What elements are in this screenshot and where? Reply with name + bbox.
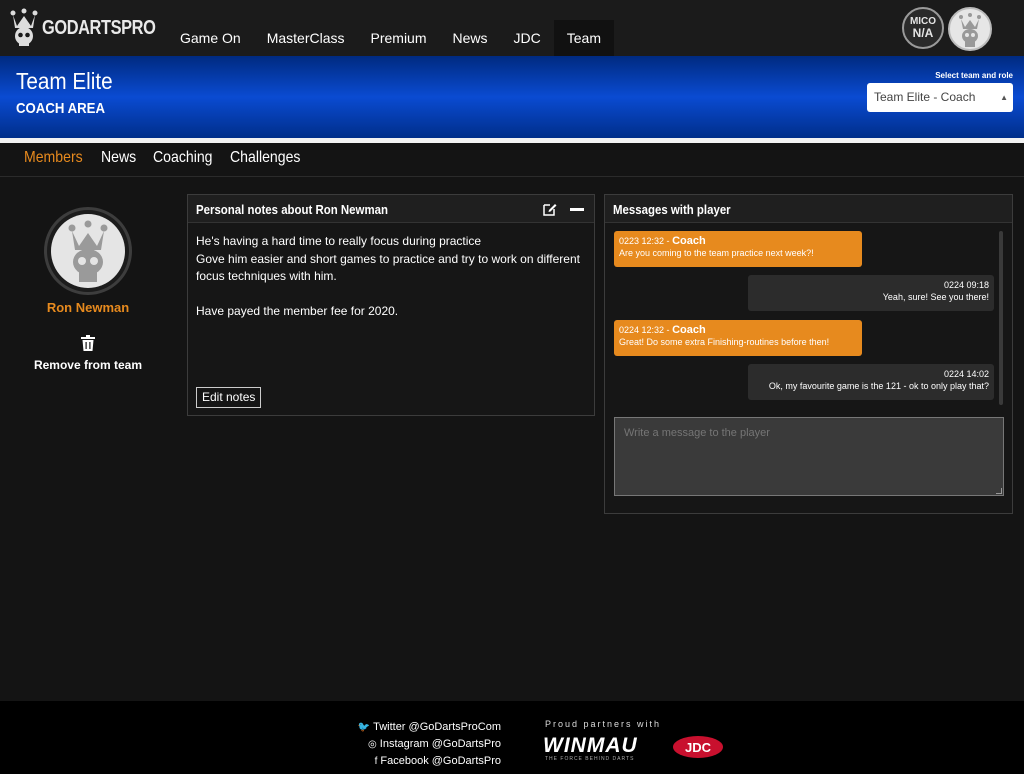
main-nav: Game On MasterClass Premium News JDC Tea… [167,20,614,56]
tab-news[interactable]: News [101,149,136,167]
select-arrows-icon: ▲ [1000,93,1008,102]
twitter-label: Twitter @GoDartsProCom [373,721,501,733]
message-text: Are you coming to the team practice next… [619,248,814,258]
collapse-icon[interactable] [570,208,584,211]
team-role-select[interactable]: Team Elite - Coach ▲ [867,83,1013,112]
message-time: 0224 12:32 - [619,325,670,335]
message-author: Coach [672,324,706,336]
message-time: 0223 12:32 - [619,236,670,246]
messages-panel-header: Messages with player [605,195,1012,223]
area-title: COACH AREA [16,100,105,117]
edit-icon[interactable] [543,202,557,216]
facebook-label: Facebook @GoDartsPro [380,755,501,767]
twitter-link[interactable]: 🐦 Twitter @GoDartsProCom [358,721,501,733]
winmau-tagline: THE FORCE BEHIND DARTS [545,756,635,762]
level-badge[interactable]: MICO N/A [902,7,944,49]
tab-members[interactable]: Members [24,149,83,167]
player-name[interactable]: Ron Newman [0,300,176,315]
notes-panel: Personal notes about Ron Newman He's hav… [187,194,595,416]
message-text: Yeah, sure! See you there! [882,292,989,302]
trash-icon[interactable] [81,335,95,351]
message-bubble: 0223 12:32 - Coach Are you coming to the… [614,231,862,267]
messages-panel-title: Messages with player [613,202,731,217]
notes-panel-title: Personal notes about Ron Newman [196,202,388,217]
skull-avatar-icon [959,13,981,47]
level-badge-value: N/A [912,26,934,40]
player-avatar [44,207,132,295]
facebook-icon: f [374,756,378,767]
tab-coaching[interactable]: Coaching [153,149,212,167]
nav-item-news[interactable]: News [440,20,501,56]
user-avatar[interactable] [948,7,992,51]
tab-challenges[interactable]: Challenges [230,149,300,167]
message-author: Coach [672,235,706,247]
message-text: Ok, my favourite game is the 121 - ok to… [768,381,989,391]
winmau-logo[interactable]: WINMAU [543,734,638,758]
message-time: 0224 09:18 [943,280,989,290]
nav-item-masterclass[interactable]: MasterClass [254,20,358,56]
message-bubble: 0224 12:32 - Coach Great! Do some extra … [614,320,862,356]
facebook-link[interactable]: f Facebook @GoDartsPro [375,755,501,767]
notes-text: He's having a hard time to really focus … [196,234,580,318]
logo-text: GODARTSPRO [42,16,156,39]
jdc-logo-text: JDC [685,740,712,755]
nav-item-jdc[interactable]: JDC [501,20,554,56]
nav-item-team[interactable]: Team [553,20,614,56]
messages-scrollbar[interactable] [999,231,1003,405]
team-header: Team Elite COACH AREA Select team and ro… [0,56,1024,143]
instagram-icon: ◎ [368,739,377,750]
select-team-label: Select team and role [935,71,1013,80]
partners-label: Proud partners with [545,719,662,729]
message-text: Great! Do some extra Finishing-routines … [619,337,830,347]
messages-panel: Messages with player 0223 12:32 - Coach … [604,194,1013,514]
notes-panel-header: Personal notes about Ron Newman [188,195,594,223]
top-navbar: GODARTSPRO Game On MasterClass Premium N… [0,0,1024,56]
message-bubble: 0224 09:18 Yeah, sure! See you there! [748,275,994,311]
message-input[interactable] [614,417,1004,496]
message-bubble: 0224 14:02 Ok, my favourite game is the … [748,364,994,400]
skull-crown-icon [10,8,38,46]
nav-item-premium[interactable]: Premium [358,20,440,56]
team-subnav: Members News Coaching Challenges [0,143,1024,177]
twitter-icon: 🐦 [357,722,371,733]
instagram-label: Instagram @GoDartsPro [379,738,501,750]
team-role-select-value: Team Elite - Coach [874,90,976,104]
jdc-logo[interactable]: JDC [672,735,724,759]
footer: 🐦 Twitter @GoDartsProCom ◎ Instagram @GoDa… [0,701,1024,774]
skull-avatar-icon [68,220,108,282]
nav-item-game-on[interactable]: Game On [167,20,254,56]
message-time: 0224 14:02 [943,369,989,379]
resize-handle-icon[interactable] [996,488,1002,494]
godartspro-logo[interactable]: GODARTSPRO [8,6,180,50]
team-name: Team Elite [16,68,113,94]
edit-notes-button[interactable]: Edit notes [196,387,262,408]
instagram-link[interactable]: ◎ Instagram @GoDartsPro [368,738,501,750]
remove-from-team-button[interactable]: Remove from team [0,358,176,372]
